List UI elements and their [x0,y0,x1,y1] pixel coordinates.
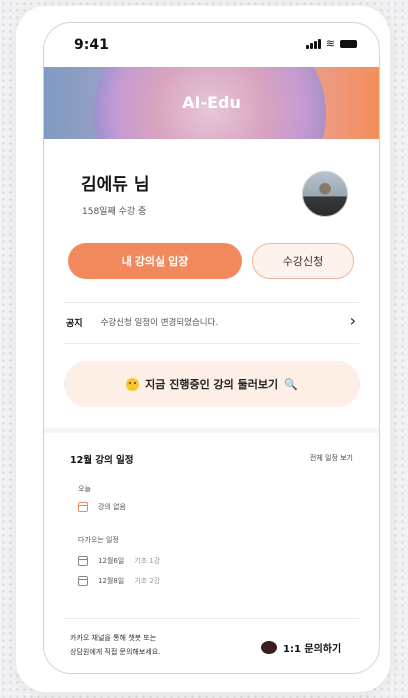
enroll-button[interactable]: 수강신청 [252,243,354,279]
footer-line-1: 카카오 채널을 통해 챗봇 또는 [70,634,157,642]
notice-text: 수강신청 일정이 변경되었습니다. [100,318,219,328]
footer-line-2: 상담원에게 직접 문의해보세요. [70,648,161,656]
divider [64,343,359,344]
enter-classroom-button[interactable]: 내 강의실 입장 [68,243,242,279]
event-date: 12월6일 [98,557,125,565]
upcoming-label: 다가오는 일정 [78,536,119,544]
calendar-icon [78,576,88,586]
status-time: 9:41 [74,37,109,53]
notice-tag: 공지 [66,318,83,329]
today-item-text: 강의 없음 [98,503,126,511]
today-item: 강의 없음 [78,502,126,512]
footer-help-text: 카카오 채널을 통해 챗봇 또는 상담원에게 직접 문의해보세요. [70,631,220,659]
chevron-right-icon[interactable]: › [350,311,356,330]
signal-icon [305,39,321,49]
magnifier-icon: 🔍 [284,377,298,391]
avatar[interactable] [302,171,348,217]
phone-frame: 9:41 ≋ AI-Edu 김에듀 님 158일째 수강 중 내 강의실 입장 … [43,22,380,674]
divider [64,302,359,303]
view-all-schedule-link[interactable]: 전체 일정 보기 [310,453,353,463]
event-date: 12월8일 [98,577,125,585]
user-name: 김에듀 님 [81,175,150,195]
list-item[interactable]: 12월6일 기초 1강 [78,556,160,566]
notice-row[interactable]: 공지 수강신청 일정이 변경되었습니다. › [66,310,356,334]
today-label: 오늘 [78,485,91,493]
emoji-face-icon [126,377,140,391]
event-title: 기초 2강 [134,577,161,585]
wifi-icon: ≋ [325,37,335,50]
event-title: 기초 1강 [134,557,161,565]
kakao-chat-icon [261,641,277,654]
browse-current-courses-button[interactable]: 지금 진행중인 강의 둘러보기 🔍 [64,361,360,407]
calendar-icon [78,502,88,512]
divider [64,618,359,619]
user-subtitle: 158일째 수강 중 [82,207,147,217]
app-title: AI-Edu [182,93,241,112]
hero-banner: AI-Edu [44,67,379,139]
schedule-title: 12월 강의 일정 [70,455,134,466]
calendar-icon [78,556,88,566]
browse-label: 지금 진행중인 강의 둘러보기 [145,378,279,391]
status-bar: 9:41 ≋ [44,23,379,67]
contact-label: 1:1 문의하기 [283,644,342,655]
status-icons: ≋ [305,37,357,50]
list-item[interactable]: 12월8일 기초 2강 [78,576,160,586]
battery-icon [340,40,357,48]
contact-button[interactable]: 1:1 문의하기 [261,640,341,655]
